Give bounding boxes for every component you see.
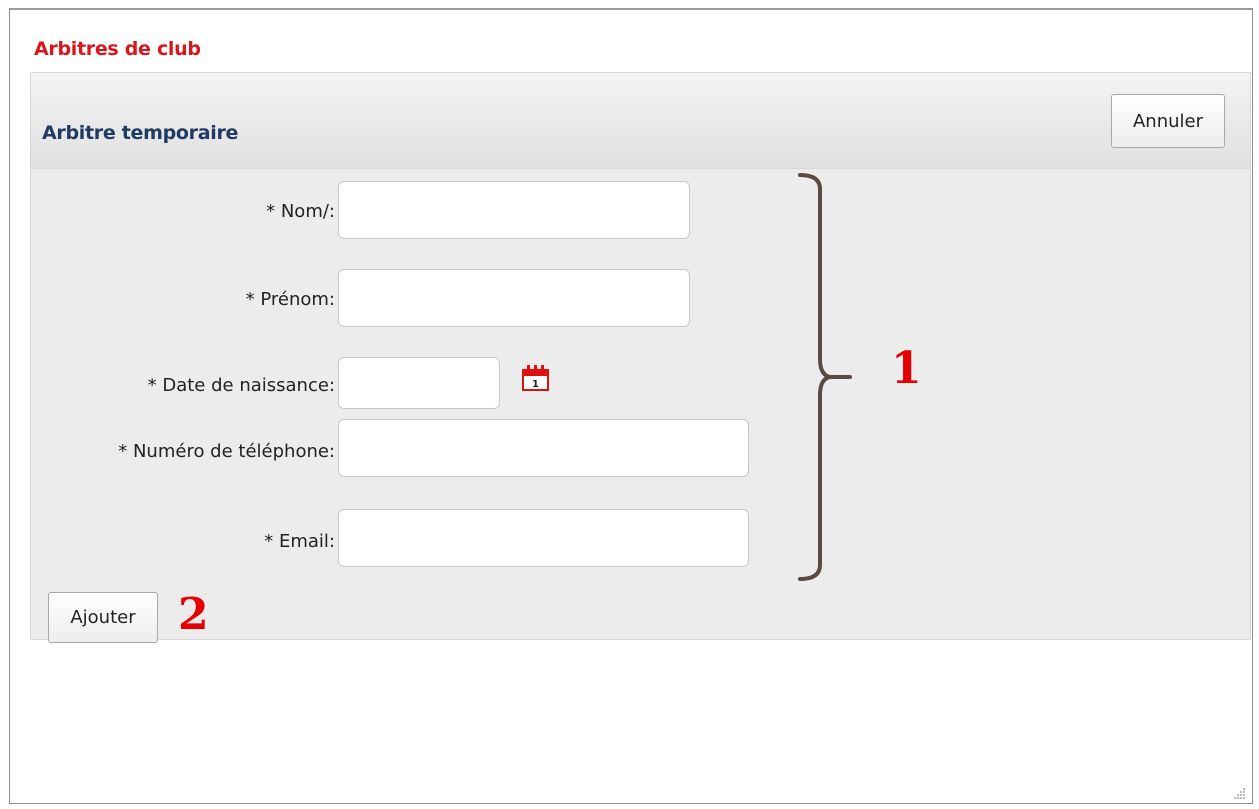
panel-title: Arbitre temporaire — [42, 122, 239, 144]
resize-grip-icon[interactable] — [1232, 785, 1246, 799]
form-panel: Arbitre temporaire Annuler * Nom/: * Pré… — [30, 72, 1251, 643]
email-field[interactable] — [338, 509, 749, 567]
calendar-icon[interactable]: 1 — [520, 363, 551, 393]
prenom-field[interactable] — [338, 269, 690, 327]
section-title: Arbitres de club — [34, 38, 201, 60]
date-naissance-label: * Date de naissance: — [147, 375, 335, 396]
calendar-day: 1 — [532, 379, 539, 390]
nom-field[interactable] — [338, 181, 690, 239]
annotation-marker-2: 2 — [178, 589, 209, 640]
telephone-field[interactable] — [338, 419, 749, 477]
nom-label: * Nom/: — [266, 201, 335, 222]
email-label: * Email: — [264, 531, 335, 552]
bracket-annotation — [798, 173, 852, 581]
cancel-button[interactable]: Annuler — [1111, 94, 1225, 148]
date-naissance-field[interactable] — [338, 357, 500, 409]
telephone-label: * Numéro de téléphone: — [118, 441, 335, 462]
dialog-window: Arbitres de club Arbitre temporaire Annu… — [9, 8, 1253, 804]
add-button[interactable]: Ajouter — [48, 592, 158, 643]
panel-header: Arbitre temporaire Annuler — [31, 73, 1250, 169]
prenom-label: * Prénom: — [245, 289, 335, 310]
annotation-marker-1: 1 — [891, 343, 922, 394]
